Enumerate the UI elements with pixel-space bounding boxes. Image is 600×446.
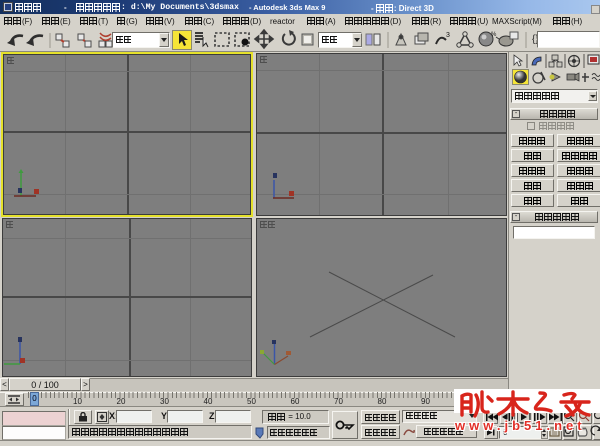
svg-text:3: 3	[446, 32, 450, 39]
